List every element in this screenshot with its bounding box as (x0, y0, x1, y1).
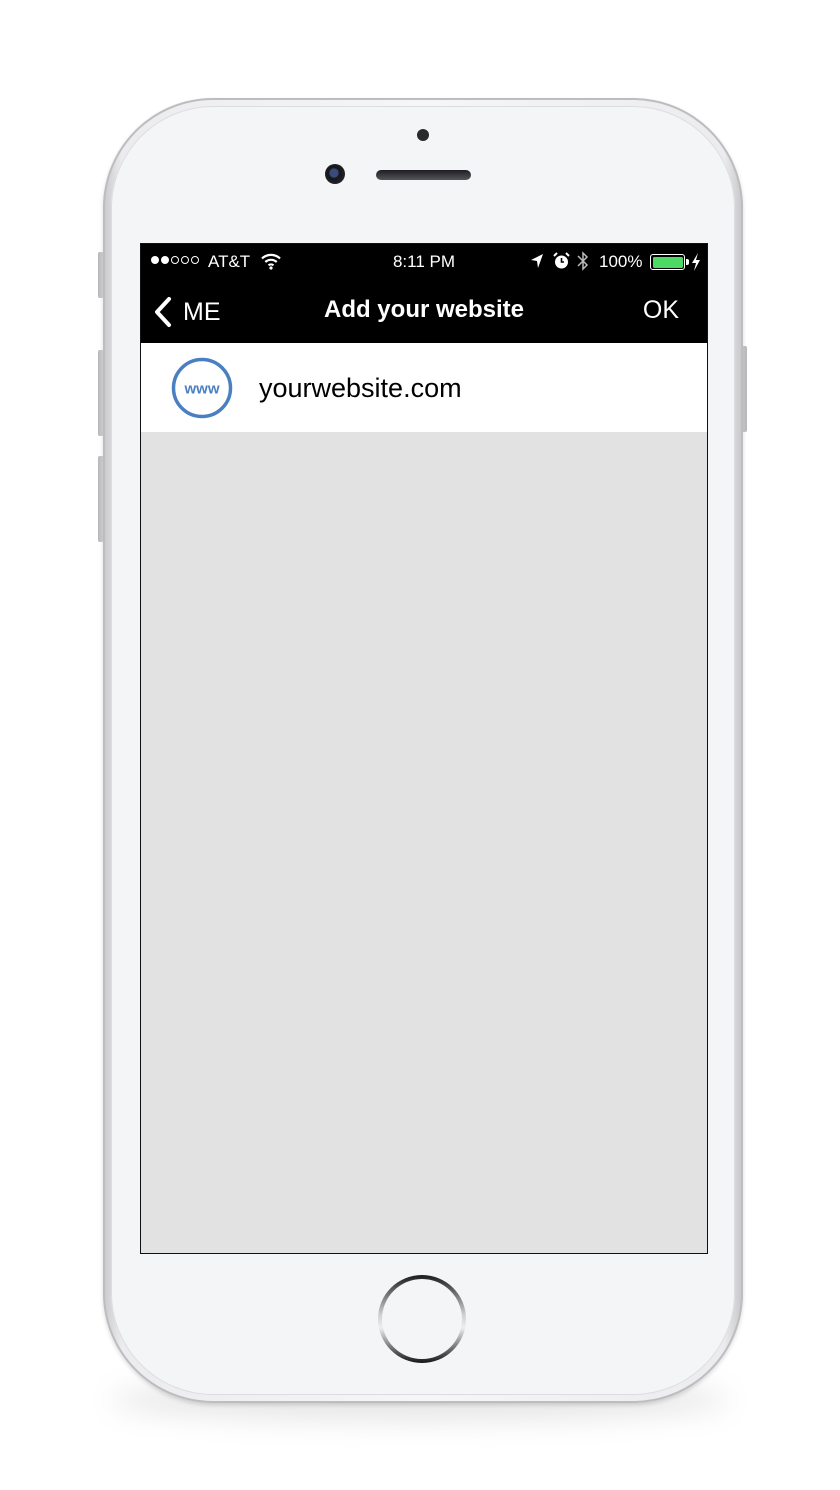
charging-icon (692, 253, 700, 271)
battery-icon (650, 254, 685, 270)
back-label: ME (183, 297, 221, 326)
battery-percentage: 100% (599, 252, 643, 271)
navigation-bar: ME Add your website OK (141, 280, 707, 343)
location-icon (531, 254, 543, 268)
earpiece-speaker (376, 170, 471, 180)
bluetooth-icon (577, 251, 589, 271)
chevron-left-icon (155, 297, 171, 327)
home-button[interactable] (378, 1275, 466, 1363)
back-button[interactable]: ME (153, 294, 221, 330)
battery-level (652, 256, 683, 268)
ok-button[interactable]: OK (643, 296, 679, 325)
proximity-sensor (417, 129, 429, 141)
page: AT&T 8:11 PM 100% ME Add your website OK… (0, 0, 840, 1490)
globe-www-icon: www (171, 357, 233, 419)
page-title: Add your website (323, 296, 525, 323)
website-row[interactable]: www (141, 343, 707, 432)
status-bar: AT&T 8:11 PM 100% (141, 244, 707, 280)
alarm-icon (553, 252, 570, 269)
screen: AT&T 8:11 PM 100% ME Add your website OK… (140, 243, 708, 1254)
website-input[interactable] (259, 367, 679, 409)
front-camera (325, 164, 345, 184)
battery-tip (686, 259, 689, 265)
www-icon-text: www (183, 381, 219, 398)
